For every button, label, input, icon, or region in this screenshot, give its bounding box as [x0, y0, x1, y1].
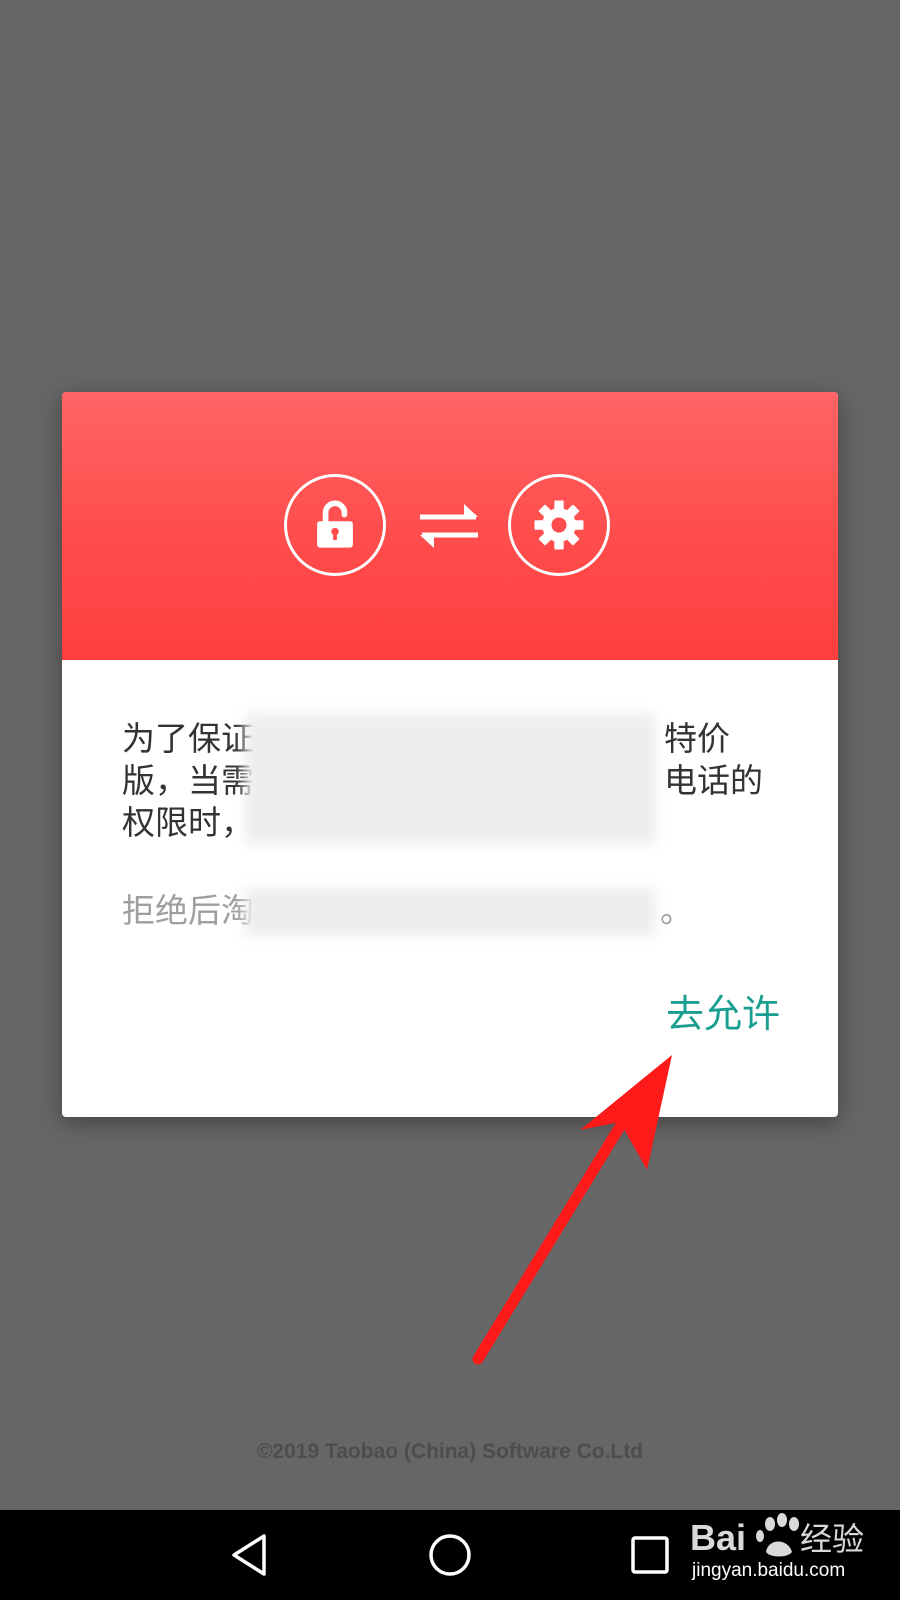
copyright-text: ©2019 Taobao (China) Software Co.Ltd [256, 1440, 644, 1463]
dialog-note-end: 。 [660, 891, 693, 930]
svg-text:Bai: Bai [690, 1517, 746, 1558]
home-icon[interactable] [425, 1530, 475, 1580]
swap-arrows-icon [418, 500, 480, 550]
recent-apps-icon[interactable] [625, 1530, 675, 1580]
dialog-note: 拒绝后淘 [122, 891, 254, 930]
allow-button[interactable]: 去允许 [666, 990, 780, 1038]
back-icon[interactable] [226, 1530, 276, 1580]
baidu-jingyan-watermark: Bai 经验 jingyan.baidu.com [688, 1508, 898, 1592]
blurred-note-region [245, 888, 655, 936]
permission-dialog: 为了保证 特价 版，当需 电话的 权限时， 拒绝后淘 。 去允许 [62, 392, 838, 1117]
dialog-body: 为了保证 特价 版，当需 电话的 权限时， 拒绝后淘 。 去允许 [62, 660, 838, 1117]
baidu-logo-icon: Bai 经验 [690, 1513, 864, 1558]
blurred-text-region [245, 714, 655, 844]
gear-icon [508, 474, 610, 576]
dialog-header [62, 392, 838, 660]
watermark-url: jingyan.baidu.com [692, 1560, 846, 1581]
unlock-icon [284, 474, 386, 576]
svg-text:经验: 经验 [800, 1520, 864, 1558]
